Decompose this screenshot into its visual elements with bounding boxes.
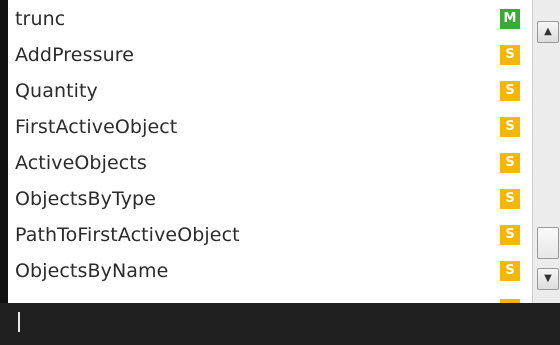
autocomplete-item-label: FirstActiveObject bbox=[15, 116, 178, 138]
autocomplete-item-label: trunc bbox=[15, 8, 66, 30]
code-editor[interactable] bbox=[0, 303, 560, 345]
autocomplete-item-label: ObjectsByName bbox=[15, 260, 169, 282]
autocomplete-item-label: Quantity bbox=[15, 80, 98, 102]
autocomplete-item[interactable]: ActiveObjects S bbox=[8, 145, 532, 181]
arrow-down-icon: ▼ bbox=[544, 273, 552, 284]
autocomplete-item[interactable]: AddPressure S bbox=[8, 37, 532, 73]
autocomplete-item-label: ObjectsByType bbox=[15, 188, 156, 210]
autocomplete-item[interactable]: PathToFirstActiveObject S bbox=[8, 217, 532, 253]
popup-left-edge bbox=[0, 0, 8, 303]
autocomplete-item-label: AddPressure bbox=[15, 44, 135, 66]
autocomplete-item[interactable]: ObjectsByType S bbox=[8, 181, 532, 217]
static-badge-icon: S bbox=[500, 45, 520, 65]
scroll-up-button[interactable]: ▲ bbox=[537, 21, 559, 43]
autocomplete-list[interactable]: trunc M AddPressure S Quantity S FirstActiveOb… bbox=[8, 4, 532, 300]
method-badge-icon: M bbox=[500, 9, 520, 29]
static-badge-icon: S bbox=[500, 261, 520, 281]
autocomplete-item[interactable]: Quantity S bbox=[8, 73, 532, 109]
static-badge-icon: S bbox=[500, 81, 520, 101]
autocomplete-item-label: PathToFirstActiveObject bbox=[15, 224, 240, 246]
static-badge-icon: S bbox=[500, 117, 520, 137]
scrollbar-thumb[interactable] bbox=[537, 227, 559, 259]
text-caret bbox=[18, 312, 20, 332]
autocomplete-item[interactable]: FirstActiveObject S bbox=[8, 109, 532, 145]
static-badge-icon: S bbox=[500, 153, 520, 173]
autocomplete-item[interactable]: ObjectsByName S bbox=[8, 253, 532, 289]
static-badge-icon: S bbox=[500, 225, 520, 245]
autocomplete-popup: trunc M AddPressure S Quantity S FirstActiveOb… bbox=[0, 0, 560, 303]
static-badge-icon: S bbox=[500, 189, 520, 209]
arrow-up-icon: ▲ bbox=[544, 26, 552, 37]
scroll-down-button[interactable]: ▼ bbox=[537, 268, 559, 290]
autocomplete-item-label: ActiveObjects bbox=[15, 152, 147, 174]
autocomplete-item[interactable]: trunc M bbox=[8, 4, 532, 37]
